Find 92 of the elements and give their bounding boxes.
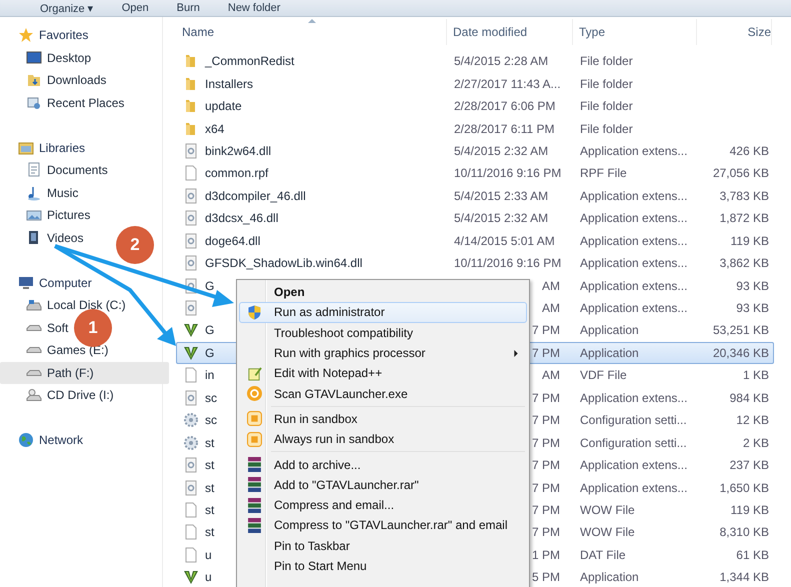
date-modified: 7 PM: [532, 346, 560, 360]
file-type: Application extens...: [580, 278, 688, 293]
file-name: common.rpf: [205, 166, 268, 180]
file-type: File folder: [580, 99, 633, 114]
file-name: u: [205, 548, 212, 562]
date-modified: 2/28/2017 6:11 PM: [454, 122, 555, 136]
file-size: 1,650 KB: [720, 480, 769, 495]
date-modified: 2/28/2017 6:06 PM: [454, 99, 556, 114]
file-size: 12 KB: [736, 413, 769, 428]
file-size: 61 KB: [736, 548, 769, 562]
file-size: 20,346 KB: [712, 346, 769, 360]
date-modified: 7 PM: [532, 323, 560, 338]
date-modified: 5/4/2015 2:32 AM: [454, 211, 548, 226]
date-modified: 5/4/2015 2:32 AM: [454, 144, 548, 158]
file-size: 27,056 KB: [712, 166, 769, 180]
date-modified: 7 PM: [532, 458, 560, 472]
date-modified: 7 PM: [532, 413, 560, 428]
file-type: Application: [580, 570, 639, 584]
date-modified: 7 PM: [532, 390, 560, 405]
file-name: u: [205, 570, 212, 584]
file-type: Application: [580, 323, 639, 338]
file-name: st: [205, 525, 214, 540]
file-type: Application extens...: [580, 301, 688, 316]
file-type: VDF File: [580, 368, 627, 382]
file-type: RPF File: [580, 166, 627, 180]
file-name: d3dcompiler_46.dll: [205, 188, 306, 203]
file-type: File folder: [580, 76, 633, 91]
file-name: Installers: [205, 76, 254, 91]
file-name: update: [205, 99, 242, 114]
file-type: WOW File: [580, 502, 635, 517]
file-type: Application extens...: [580, 144, 688, 158]
file-type: Application extens...: [580, 211, 688, 226]
date-modified: 7 PM: [532, 436, 560, 450]
file-size: 53,251 KB: [712, 323, 769, 338]
date-modified: 1 PM: [532, 548, 560, 562]
date-modified: 5/4/2015 2:33 AM: [454, 188, 548, 203]
date-modified: AM: [542, 278, 560, 293]
file-size: 3,783 KB: [720, 188, 769, 203]
file-type: File folder: [580, 122, 633, 136]
file-size: 984 KB: [730, 390, 769, 405]
file-type: DAT File: [580, 548, 626, 562]
file-type: Application extens...: [580, 234, 688, 248]
file-name: sc: [205, 390, 217, 405]
file-name: G: [205, 346, 214, 360]
file-name: d3dcsx_46.dll: [205, 211, 278, 226]
file-size: 119 KB: [730, 502, 769, 517]
file-size: 8,310 KB: [720, 525, 769, 540]
file-type: Application extens...: [580, 256, 688, 270]
file-size: 237 KB: [730, 458, 769, 472]
file-type: Application extens...: [580, 458, 688, 472]
file-size: 93 KB: [736, 278, 769, 293]
file-size: 1 KB: [742, 368, 769, 382]
file-type: Configuration setti...: [580, 413, 687, 428]
file-name: G: [205, 278, 214, 293]
date-modified: AM: [542, 368, 560, 382]
file-size: 93 KB: [736, 301, 769, 316]
file-name: _CommonRedist: [205, 54, 294, 68]
file-name: st: [205, 458, 214, 472]
file-type: Configuration setti...: [580, 436, 687, 450]
date-modified: 7 PM: [532, 480, 560, 495]
date-modified: 5/4/2015 2:28 AM: [454, 54, 548, 68]
file-size: 119 KB: [730, 234, 769, 248]
file-name: st: [205, 502, 214, 517]
date-modified: 5 PM: [532, 570, 560, 584]
file-size: 2 KB: [742, 436, 769, 450]
date-modified: 7 PM: [532, 502, 560, 517]
file-name: x64: [205, 122, 224, 136]
file-type: Application: [580, 346, 639, 360]
file-name: bink2w64.dll: [205, 144, 272, 158]
file-type: Application extens...: [580, 390, 688, 405]
step-badge: 2: [116, 226, 154, 264]
file-size: 426 KB: [730, 144, 769, 158]
file-name: GFSDK_ShadowLib.win64.dll: [205, 256, 362, 270]
date-modified: AM: [542, 301, 560, 316]
file-name: G: [205, 323, 214, 338]
file-type: Application extens...: [580, 480, 688, 495]
date-modified: 4/14/2015 5:01 AM: [454, 234, 555, 248]
file-type: Application extens...: [580, 188, 688, 203]
date-modified: 7 PM: [532, 525, 560, 540]
file-type: File folder: [580, 54, 633, 68]
file-name: st: [205, 480, 214, 495]
file-type: WOW File: [580, 525, 635, 540]
file-name: sc: [205, 413, 217, 428]
file-size: 3,862 KB: [720, 256, 769, 270]
date-modified: 10/11/2016 9:16 PM: [454, 256, 562, 270]
date-modified: 10/11/2016 9:16 PM: [454, 166, 562, 180]
file-size: 1,872 KB: [720, 211, 769, 226]
file-name: in: [205, 368, 214, 382]
file-name: doge64.dll: [205, 234, 260, 248]
file-name: st: [205, 436, 214, 450]
date-modified: 2/27/2017 11:43 A...: [454, 76, 561, 91]
file-size: 1,344 KB: [720, 570, 769, 584]
